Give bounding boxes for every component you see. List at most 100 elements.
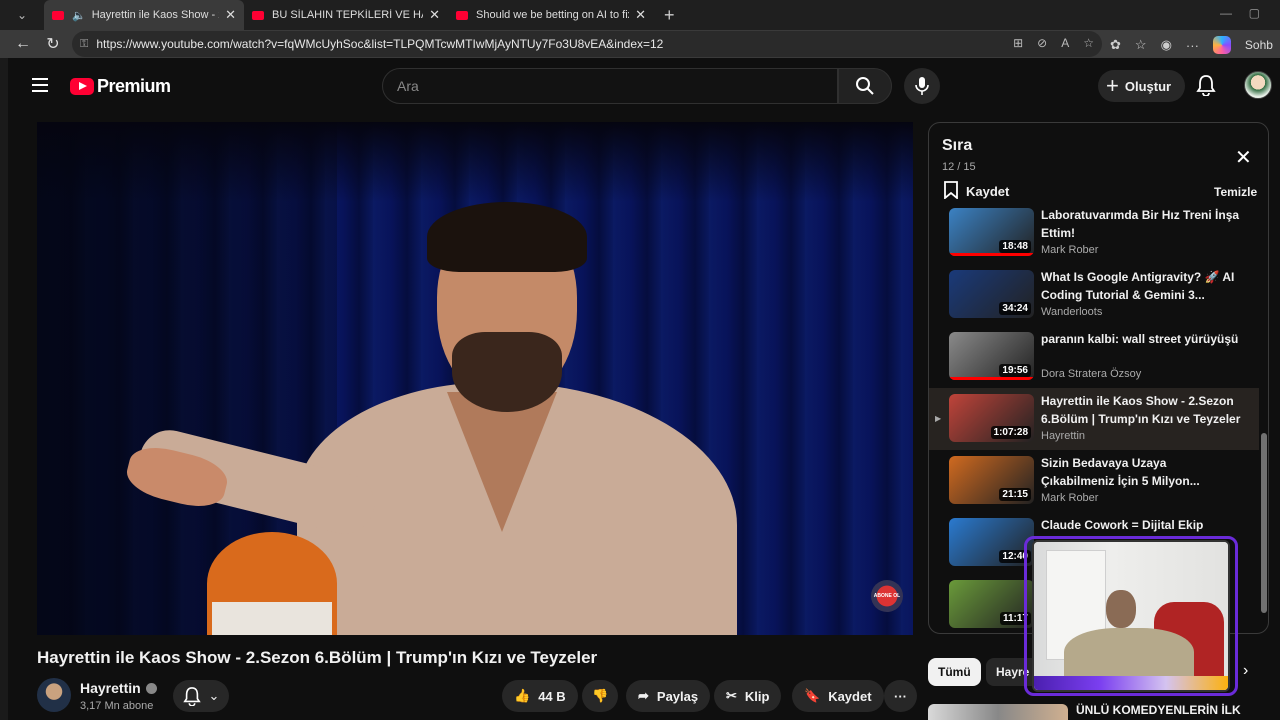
queue-thumbnail[interactable]: 21:15 — [949, 456, 1034, 504]
voice-search-button[interactable] — [904, 68, 940, 104]
logo-text: Premium — [97, 76, 171, 96]
channel-name-row[interactable]: Hayrettin — [80, 680, 157, 696]
tab-label: Hayrettin ile Kaos Show - 2.Se — [91, 9, 219, 21]
tab-label: BU SİLAHIN TEPKİLERİ VE HASARI — [272, 9, 423, 21]
queue-thumbnail[interactable]: 1:07:28 — [949, 394, 1034, 442]
queue-item[interactable]: 18:48 Laboratuvarımda Bir Hız Treni İnşa … — [929, 207, 1259, 264]
webcam-overlay — [1032, 540, 1230, 692]
more-actions-button[interactable]: ··· — [884, 680, 917, 712]
video-player[interactable]: ABONE OL — [37, 122, 913, 635]
video-duration: 18:48 — [999, 240, 1031, 253]
queue-video-title[interactable]: Hayrettin ile Kaos Show - 2.Sezon 6.Bölü… — [1041, 392, 1241, 428]
thumbs-down-icon: 👎 — [592, 688, 609, 703]
reload-icon[interactable]: ↻ — [38, 34, 68, 54]
queue-video-title[interactable]: paranın kalbi: wall street yürüyüşü — [1041, 330, 1241, 348]
youtube-premium-logo[interactable]: Premium — [70, 76, 171, 97]
queue-thumbnail[interactable]: 12:40 — [949, 518, 1034, 566]
queue-scrollbar[interactable] — [1261, 213, 1267, 623]
chevron-right-icon[interactable]: › — [1243, 662, 1248, 680]
more-options-icon[interactable]: ··· — [1186, 38, 1199, 53]
watch-progress-bar — [949, 253, 1034, 256]
queue-thumbnail[interactable]: 34:24 — [949, 270, 1034, 318]
window-controls[interactable]: — ▢ — [1220, 6, 1260, 20]
copilot-label[interactable]: Sohb — [1245, 38, 1273, 52]
queue-video-title[interactable]: Claude Cowork = Dijital Ekip — [1041, 516, 1241, 534]
app-available-icon[interactable]: ⊞ — [1013, 36, 1023, 50]
close-icon[interactable]: ✕ — [1235, 145, 1252, 170]
recommendation-thumbnail[interactable] — [928, 704, 1068, 720]
plus-icon: + — [1106, 73, 1119, 98]
queue-channel-name: Dora Stratera Özsoy — [1041, 368, 1142, 380]
account-avatar[interactable] — [1244, 71, 1272, 99]
address-bar-row: ← ↻ ⚿ https://www.youtube.com/watch?v=fq… — [0, 30, 1280, 58]
queue-thumbnail[interactable]: 11:17 — [949, 580, 1034, 628]
verified-check-icon — [145, 683, 157, 694]
video-frame-person — [122, 202, 737, 635]
subscription-notifications-button[interactable]: ⌄ — [173, 680, 229, 712]
site-info-icon[interactable]: ⚿ — [80, 38, 88, 51]
tracking-prevention-icon[interactable]: ⊘ — [1037, 36, 1047, 50]
share-button[interactable]: ➦ Paylaş — [626, 680, 711, 712]
queue-video-title[interactable]: Laboratuvarımda Bir Hız Treni İnşa Ettim… — [1041, 207, 1241, 242]
queue-item[interactable]: 34:24 What Is Google Antigravity? 🚀 AI Co… — [929, 264, 1259, 326]
recommendation-title[interactable]: ÜNLÜ KOMEDYENLERİN İLK — [1076, 703, 1241, 717]
channel-name[interactable]: Hayrettin — [80, 680, 141, 696]
tab-close-icon[interactable]: ✕ — [219, 7, 236, 23]
scrollbar-thumb[interactable] — [1261, 433, 1267, 613]
read-aloud-icon[interactable]: A — [1061, 36, 1069, 50]
menu-hamburger-icon[interactable] — [32, 78, 48, 96]
tab-list-menu-button[interactable]: ⌄ — [0, 0, 44, 30]
youtube-favicon-icon — [252, 10, 264, 20]
chip-all[interactable]: Tümü — [928, 658, 981, 686]
browser-tab[interactable]: BU SİLAHIN TEPKİLERİ VE HASARI ✕ — [244, 0, 448, 30]
queue-save-button[interactable]: Kaydet — [944, 181, 1009, 202]
extensions-icon[interactable]: ✿ — [1110, 37, 1121, 53]
save-button[interactable]: 🔖 Kaydet — [792, 680, 884, 712]
tab-close-icon[interactable]: ✕ — [629, 7, 646, 23]
queue-video-title[interactable]: Sizin Bedavaya Uzaya Çıkabilmeniz İçin 5… — [1041, 454, 1241, 490]
video-duration: 21:15 — [999, 488, 1031, 501]
queue-item[interactable]: 21:15 Sizin Bedavaya Uzaya Çıkabilmeniz İ… — [929, 450, 1259, 512]
queue-position: 12 / 15 — [942, 161, 976, 173]
video-title: Hayrettin ile Kaos Show - 2.Sezon 6.Bölü… — [37, 648, 598, 667]
subscriber-count: 3,17 Mn abone — [80, 700, 154, 712]
queue-video-title[interactable]: What Is Google Antigravity? 🚀 AI Coding … — [1041, 268, 1241, 304]
notifications-bell-icon[interactable] — [1196, 74, 1216, 101]
like-button[interactable]: 👍 44 B — [502, 680, 578, 712]
scissors-icon: ✂ — [726, 688, 737, 703]
back-arrow-icon[interactable]: ← — [8, 35, 38, 53]
new-tab-icon[interactable]: + — [664, 5, 675, 26]
browser-tab[interactable]: Should we be betting on AI to fix t ✕ — [448, 0, 654, 30]
browser-tab-active[interactable]: 🔈 Hayrettin ile Kaos Show - 2.Se ✕ — [44, 0, 244, 30]
clip-button[interactable]: ✂ Klip — [714, 680, 782, 712]
profile-icon[interactable]: ◉ — [1161, 37, 1172, 53]
browser-tab-strip: ⌄ 🔈 Hayrettin ile Kaos Show - 2.Se ✕ BU … — [0, 0, 1280, 30]
watch-progress-bar — [949, 377, 1034, 380]
video-duration: 12:40 — [999, 550, 1031, 563]
url-field[interactable]: ⚿ https://www.youtube.com/watch?v=fqWMcU… — [72, 31, 1102, 57]
queue-thumbnail[interactable]: 19:56 — [949, 332, 1034, 380]
queue-item[interactable]: ▶ 1:07:28 Hayrettin ile Kaos Show - 2.Sezo… — [929, 388, 1259, 450]
channel-avatar[interactable] — [37, 678, 71, 712]
bell-icon — [182, 687, 201, 706]
recommendation-item[interactable]: ÜNLÜ KOMEDYENLERİN İLK — [928, 700, 1268, 720]
search-button[interactable] — [838, 68, 892, 104]
clip-label: Klip — [744, 688, 770, 704]
video-duration: 11:17 — [999, 612, 1031, 625]
thumbs-up-icon: 👍 — [514, 688, 531, 703]
queue-item[interactable]: 19:56 paranın kalbi: wall street yürüyüşü… — [929, 326, 1259, 388]
search-input[interactable] — [397, 78, 837, 94]
favorites-icon[interactable]: ☆ — [1135, 37, 1147, 53]
queue-clear-button[interactable]: Temizle — [1214, 185, 1257, 199]
subscribe-watermark-badge[interactable]: ABONE OL — [871, 580, 903, 612]
tab-label: Should we be betting on AI to fix t — [476, 9, 630, 21]
dislike-button[interactable]: 👎 — [582, 680, 619, 712]
copilot-icon[interactable] — [1212, 36, 1231, 54]
favorite-star-icon[interactable]: ☆ — [1083, 36, 1094, 50]
create-button[interactable]: + Oluştur — [1098, 70, 1186, 102]
tab-close-icon[interactable]: ✕ — [423, 7, 440, 23]
speaker-icon[interactable]: 🔈 — [72, 9, 86, 22]
search-icon — [856, 77, 874, 95]
queue-thumbnail[interactable]: 18:48 — [949, 208, 1034, 256]
now-playing-icon: ▶ — [935, 414, 942, 423]
